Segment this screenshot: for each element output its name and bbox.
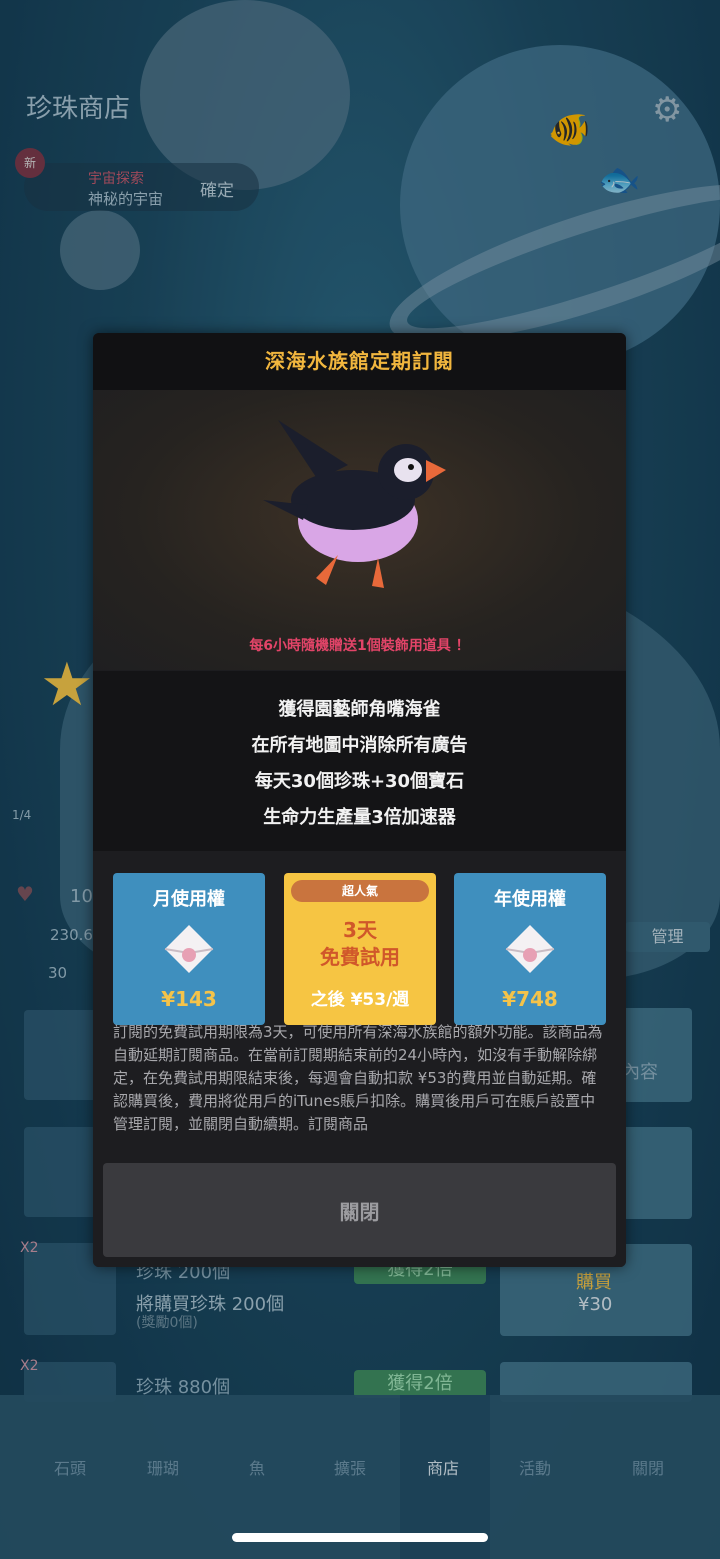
trial-duration: 3天 免費試用: [284, 917, 436, 971]
plan-title: 年使用權: [494, 889, 566, 910]
plan-title: 月使用權: [153, 889, 225, 910]
feature-item: 獲得園藝師角嘴海雀: [278, 699, 441, 720]
popular-badge: 超人氣: [291, 880, 429, 902]
puffin-icon: [263, 420, 446, 588]
bonus-notice: 每6小時隨機贈送1個裝飾用道具 ！: [249, 638, 470, 654]
subscription-terms: 訂閱的免費試用期限為3天，可使用所有深海水族館的額外功能。該商品為自動延期訂閱商…: [113, 1023, 603, 1133]
trial-after-price: 之後 ¥53/週: [310, 990, 410, 1010]
feature-list: 獲得園藝師角嘴海雀 在所有地圖中消除所有廣告 每天30個珍珠+30個寶石 生命力…: [93, 671, 626, 851]
envelope-icon: [164, 925, 214, 973]
plan-price: ¥748: [502, 987, 558, 1011]
feature-item: 生命力生產量3倍加速器: [263, 807, 456, 828]
hero-image: 每6小時隨機贈送1個裝飾用道具 ！: [93, 390, 626, 670]
close-button[interactable]: 關閉: [103, 1163, 616, 1257]
trial-label: 免費試用: [320, 945, 400, 969]
envelope-icon: [505, 925, 555, 973]
dialog-title: 深海水族館定期訂閱: [93, 333, 626, 390]
monthly-plan-button[interactable]: 月使用權 ¥143: [113, 873, 265, 1025]
trial-days: 3天: [343, 918, 377, 942]
yearly-plan-button[interactable]: 年使用權 ¥748: [454, 873, 606, 1025]
subscription-dialog: 深海水族館定期訂閱 每6小時隨機贈送1個裝飾用道具 ！ 獲得園藝師角嘴海雀 在所…: [93, 333, 626, 1267]
feature-item: 每天30個珍珠+30個寶石: [254, 771, 465, 792]
home-indicator[interactable]: [232, 1533, 488, 1542]
feature-item: 在所有地圖中消除所有廣告: [251, 735, 468, 756]
free-trial-plan-button[interactable]: 超人氣 3天 免費試用 之後 ¥53/週: [284, 873, 436, 1025]
plan-price: ¥143: [161, 987, 217, 1011]
